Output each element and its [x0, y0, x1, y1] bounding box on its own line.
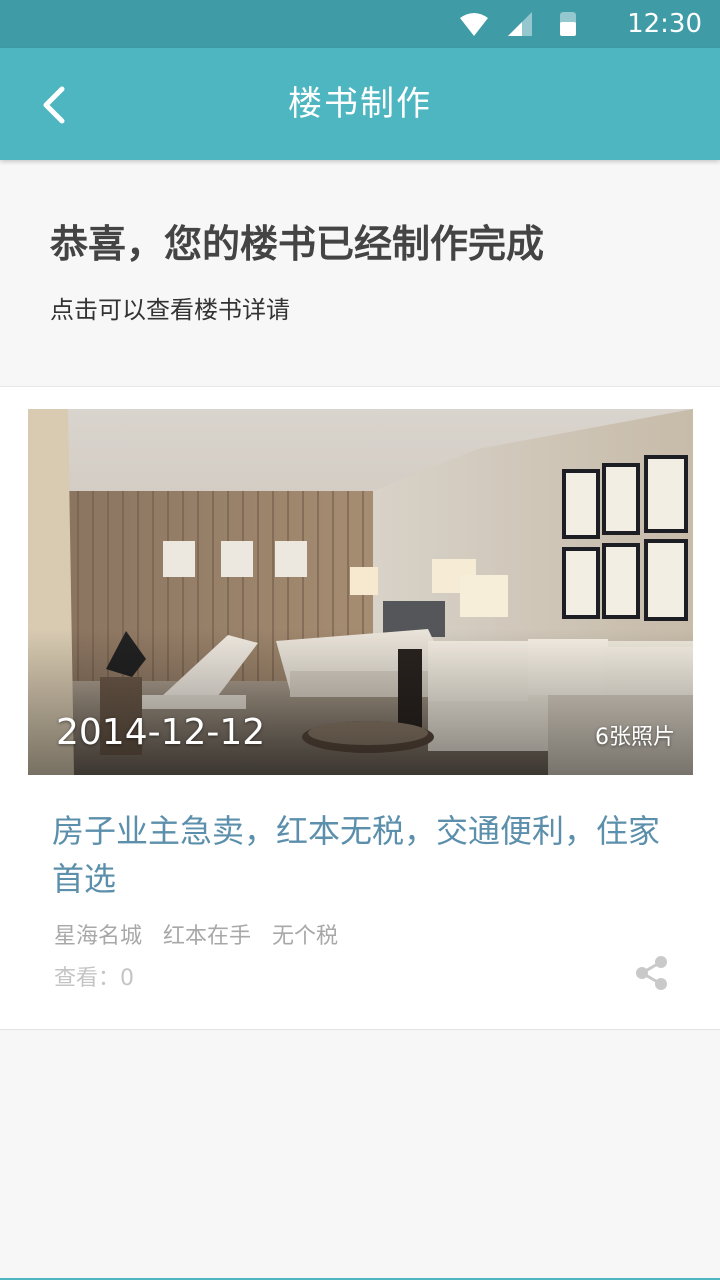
status-time: 12:30	[627, 9, 702, 39]
status-bar: 12:30	[0, 0, 720, 48]
status-icons	[460, 10, 610, 38]
success-headline: 恭喜，您的楼书已经制作完成	[50, 222, 545, 266]
listing-tags: 星海名城 红本在手 无个税	[54, 921, 352, 953]
share-icon	[636, 956, 667, 990]
listing-title[interactable]: 房子业主急卖，红本无税，交通便利，住家首选	[52, 807, 672, 903]
tag-item: 无个税	[272, 924, 339, 949]
intro-section: 恭喜，您的楼书已经制作完成 点击可以查看楼书详请	[50, 218, 690, 326]
listing-date: 2014-12-12	[56, 712, 266, 753]
share-button[interactable]	[634, 955, 670, 991]
listing-card[interactable]: 2014-12-12 6张照片 房子业主急卖，红本无税，交通便利，住家首选 星海…	[0, 386, 720, 1030]
success-subtext: 点击可以查看楼书详请	[50, 296, 290, 324]
view-count: 查看：0	[54, 963, 134, 995]
listing-photo[interactable]: 2014-12-12 6张照片	[28, 409, 693, 775]
tag-item: 红本在手	[163, 924, 252, 949]
battery-icon	[560, 12, 576, 36]
app-bar: 楼书制作	[0, 48, 720, 160]
photo-count-badge: 6张照片	[595, 725, 675, 750]
signal-icon	[508, 12, 532, 36]
wifi-icon	[460, 13, 488, 36]
view-count-value: 0	[120, 966, 135, 991]
page-title: 楼书制作	[288, 84, 432, 124]
tag-item: 星海名城	[54, 924, 143, 949]
view-count-label: 查看：	[54, 966, 121, 991]
